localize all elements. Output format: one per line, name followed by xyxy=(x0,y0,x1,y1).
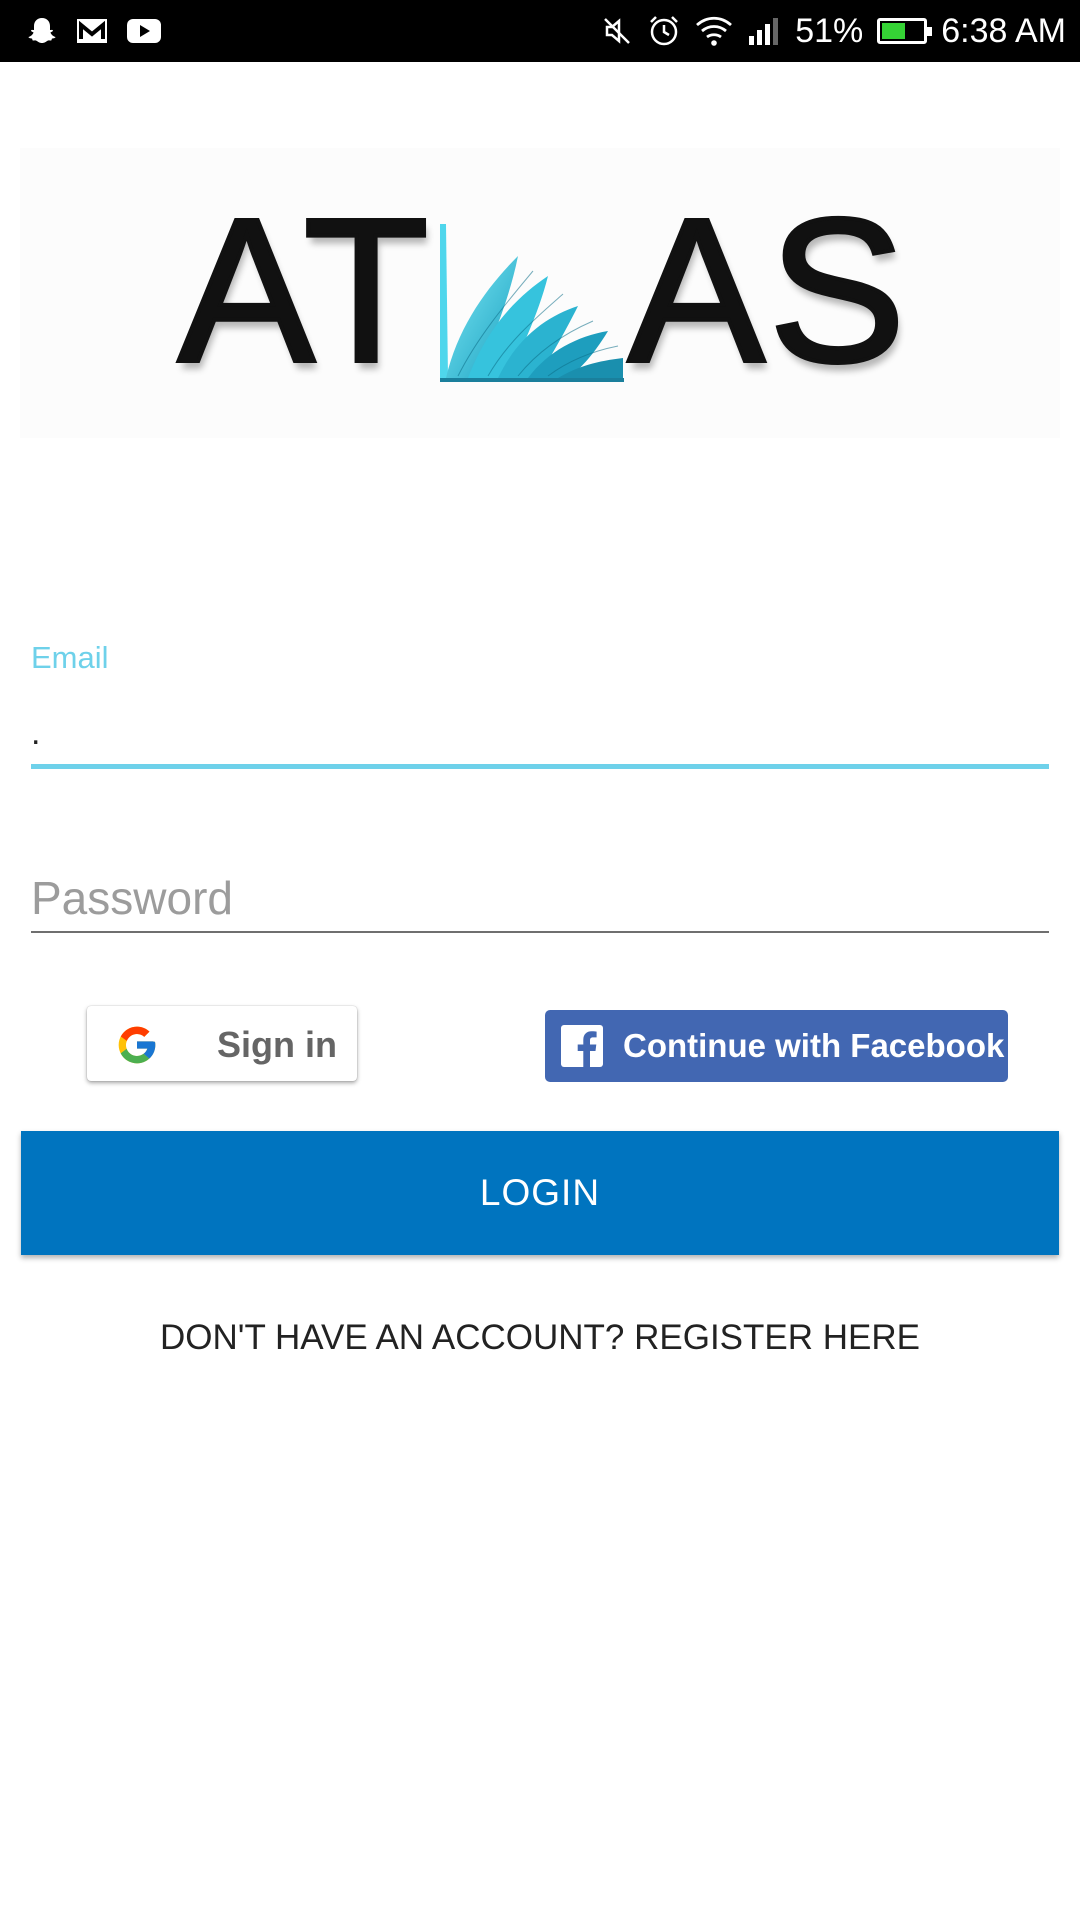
email-label: Email xyxy=(31,640,109,675)
google-icon xyxy=(118,1026,156,1064)
open-book-icon xyxy=(440,224,624,382)
logo-text-right: AS xyxy=(626,176,910,405)
password-underline xyxy=(31,931,1049,933)
email-field[interactable]: . xyxy=(31,714,40,758)
facebook-icon xyxy=(561,1025,603,1067)
battery-icon xyxy=(877,18,933,44)
google-sign-in-button[interactable]: Sign in xyxy=(87,1006,357,1081)
facebook-continue-label: Continue with Facebook xyxy=(623,1027,1005,1064)
logo-text-left: AT xyxy=(176,176,433,405)
login-label: LOGIN xyxy=(479,1172,601,1213)
signal-icon xyxy=(749,18,779,45)
battery-level xyxy=(882,23,905,39)
battery-percent: 51% xyxy=(795,11,864,50)
clock: 6:38 AM xyxy=(941,11,1066,50)
email-underline-focused xyxy=(31,764,1049,769)
snapchat-icon xyxy=(28,18,56,43)
atlas-logo: AT AS xyxy=(20,148,1060,438)
youtube-icon xyxy=(127,19,161,43)
register-link[interactable]: DON'T HAVE AN ACCOUNT? REGISTER HERE xyxy=(0,1318,1080,1358)
mute-icon xyxy=(604,18,631,44)
alarm-icon xyxy=(650,16,679,46)
google-sign-in-label: Sign in xyxy=(217,1024,337,1065)
notification-icons xyxy=(26,12,162,50)
status-bar: 51% 6:38 AM xyxy=(0,0,1080,62)
facebook-continue-button[interactable]: Continue with Facebook xyxy=(545,1010,1008,1082)
password-field[interactable] xyxy=(31,862,1049,934)
gmail-icon xyxy=(77,19,107,43)
wifi-icon xyxy=(696,16,733,46)
login-button[interactable]: LOGIN xyxy=(21,1131,1059,1255)
system-icons: 51% 6:38 AM xyxy=(601,10,1066,52)
